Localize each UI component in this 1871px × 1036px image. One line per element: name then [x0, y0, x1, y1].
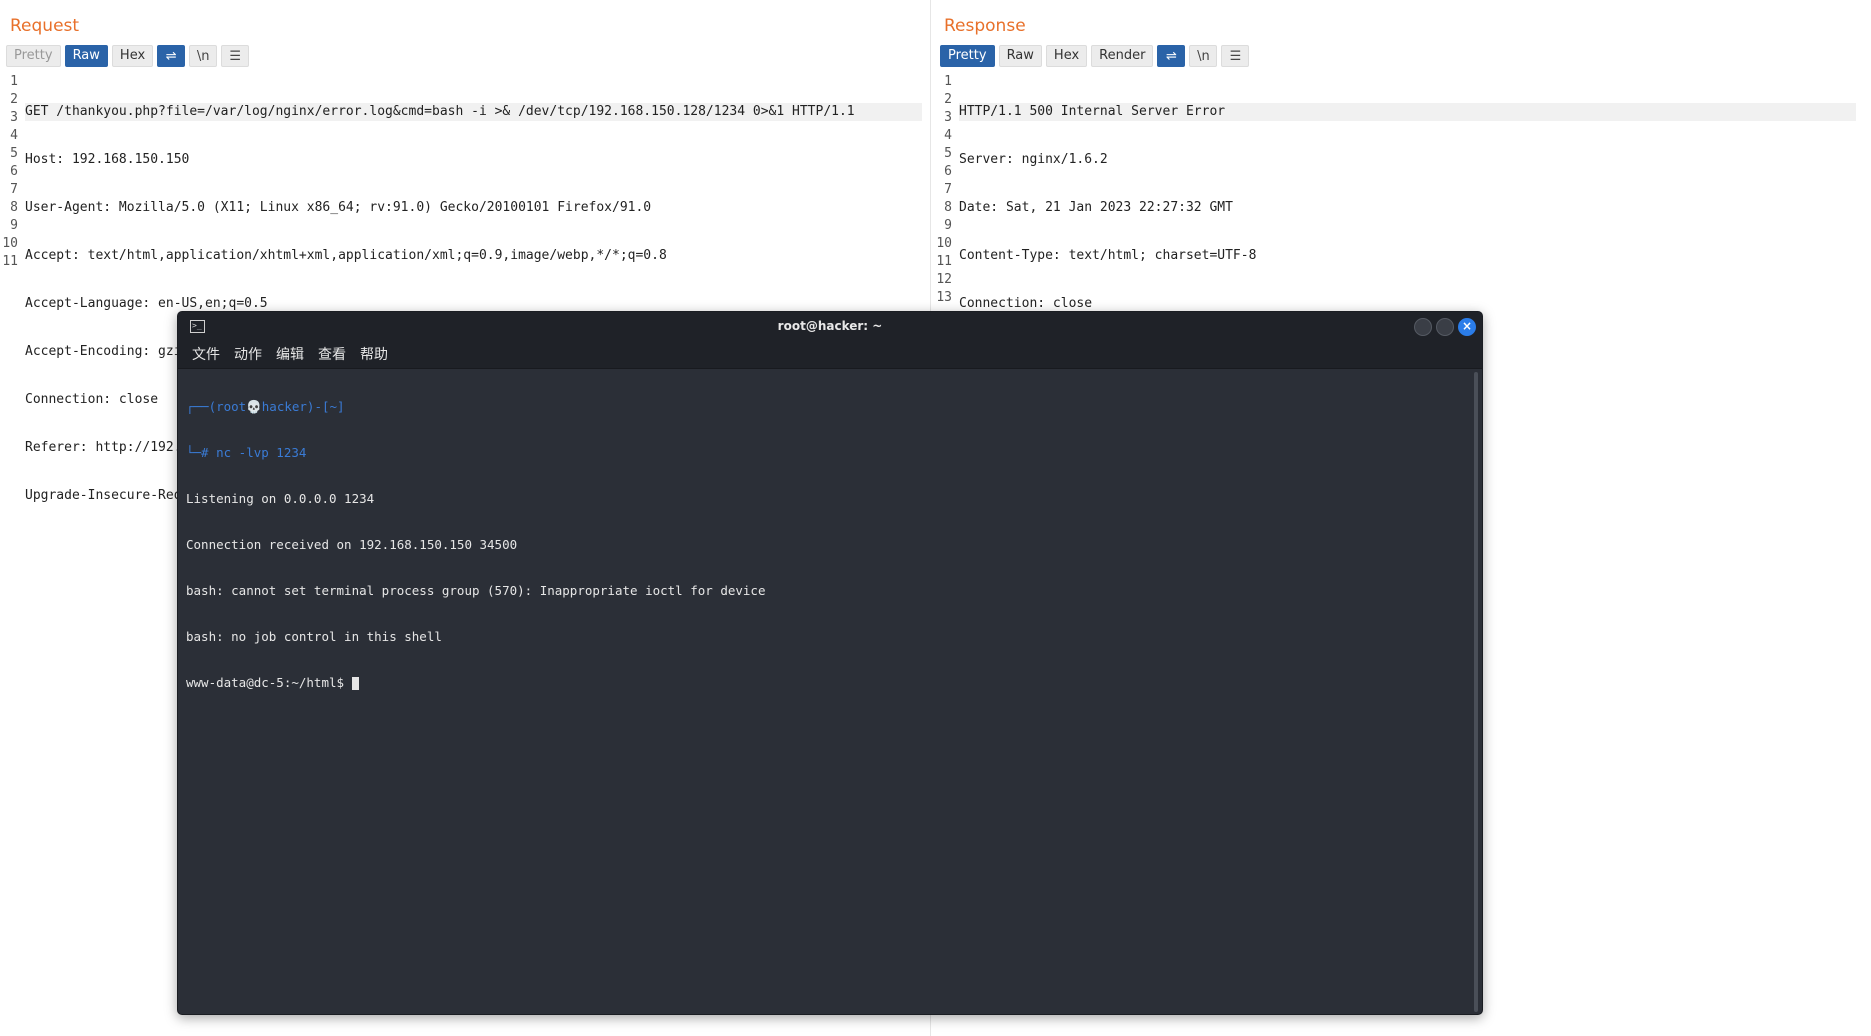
response-line: Date: Sat, 21 Jan 2023 22:27:32 GMT: [959, 200, 1233, 215]
request-line: User-Agent: Mozilla/5.0 (X11; Linux x86_…: [25, 200, 652, 215]
line-number: 10: [936, 236, 952, 251]
line-number: 6: [944, 164, 952, 179]
menu-icon[interactable]: ☰: [221, 45, 250, 67]
output-line: Listening on 0.0.0.0 1234: [186, 491, 375, 506]
line-number: 12: [936, 272, 952, 287]
line-number: 4: [10, 128, 18, 143]
menu-help[interactable]: 帮助: [360, 344, 388, 364]
line-number: 3: [944, 110, 952, 125]
request-toolbar: Pretty Raw Hex ⇌ \n ☰: [6, 45, 250, 67]
maximize-button[interactable]: [1436, 318, 1454, 336]
response-tab-hex[interactable]: Hex: [1045, 45, 1088, 67]
prompt-command: └─# nc -lvp 1234: [186, 445, 307, 460]
line-number: 7: [944, 182, 952, 197]
prompt-header: ┌──(root💀hacker)-[~]: [186, 399, 345, 414]
output-line: Connection received on 192.168.150.150 3…: [186, 537, 518, 552]
line-number: 1: [944, 74, 952, 89]
response-line: Server: nginx/1.6.2: [959, 152, 1108, 167]
text-cursor: [351, 677, 359, 690]
request-line-numbers: 1 2 3 4 5 6 7 8 9 10 11: [0, 73, 22, 271]
minimize-button[interactable]: [1414, 318, 1432, 336]
menu-actions[interactable]: 动作: [234, 344, 262, 364]
terminal-window[interactable]: >_ root@hacker: ~ × 文件 动作 编辑 查看 帮助 ┌──(r…: [177, 311, 1483, 1015]
line-number: 11: [2, 254, 18, 269]
output-line: bash: cannot set terminal process group …: [186, 583, 766, 598]
terminal-scrollbar[interactable]: [1474, 372, 1478, 1012]
response-tab-render[interactable]: Render: [1091, 45, 1154, 67]
line-number: 3: [10, 110, 18, 125]
line-number: 5: [944, 146, 952, 161]
line-number: 13: [936, 290, 952, 305]
line-number: 2: [10, 92, 18, 107]
response-line: HTTP/1.1 500 Internal Server Error: [959, 103, 1856, 121]
request-line: GET /thankyou.php?file=/var/log/nginx/er…: [25, 103, 922, 121]
response-toolbar: Pretty Raw Hex Render ⇌ \n ☰: [940, 45, 1250, 67]
line-number: 8: [944, 200, 952, 215]
response-title: Response: [944, 16, 1026, 36]
line-number: 1: [10, 74, 18, 89]
terminal-menubar: 文件 动作 编辑 查看 帮助: [178, 340, 1482, 369]
terminal-title: root@hacker: ~: [777, 319, 883, 333]
shell-prompt: www-data@dc-5:~/html$: [186, 675, 352, 690]
request-line: Accept: text/html,application/xhtml+xml,…: [25, 248, 667, 263]
line-number: 8: [10, 200, 18, 215]
line-number: 9: [10, 218, 18, 233]
wrap-lines-icon[interactable]: ⇌: [1157, 45, 1186, 67]
wrap-lines-icon[interactable]: ⇌: [157, 45, 186, 67]
response-tab-raw[interactable]: Raw: [998, 45, 1042, 67]
menu-edit[interactable]: 编辑: [276, 344, 304, 364]
shell-prompt-line: www-data@dc-5:~/html$: [186, 675, 1468, 691]
response-line-numbers: 1 2 3 4 5 6 7 8 9 10 11 12 13: [934, 73, 956, 307]
menu-file[interactable]: 文件: [192, 344, 220, 364]
menu-icon[interactable]: ☰: [1221, 45, 1250, 67]
line-number: 2: [944, 92, 952, 107]
request-line: Host: 192.168.150.150: [25, 152, 190, 167]
line-number: 4: [944, 128, 952, 143]
request-tab-raw[interactable]: Raw: [64, 45, 108, 67]
terminal-output[interactable]: ┌──(root💀hacker)-[~] └─# nc -lvp 1234 Li…: [186, 369, 1468, 1014]
close-button[interactable]: ×: [1458, 318, 1476, 336]
terminal-titlebar[interactable]: >_ root@hacker: ~ ×: [178, 312, 1482, 340]
line-number: 9: [944, 218, 952, 233]
request-title: Request: [10, 16, 80, 36]
output-line: bash: no job control in this shell: [186, 629, 442, 644]
request-tab-hex[interactable]: Hex: [111, 45, 154, 67]
request-tab-pretty[interactable]: Pretty: [6, 45, 61, 67]
line-number: 11: [936, 254, 952, 269]
response-tab-pretty[interactable]: Pretty: [940, 45, 995, 67]
line-number: 7: [10, 182, 18, 197]
newline-toggle-icon[interactable]: \n: [1189, 45, 1218, 67]
line-number: 10: [2, 236, 18, 251]
line-number: 6: [10, 164, 18, 179]
newline-toggle-icon[interactable]: \n: [189, 45, 218, 67]
line-number: 5: [10, 146, 18, 161]
response-line: Content-Type: text/html; charset=UTF-8: [959, 248, 1257, 263]
menu-view[interactable]: 查看: [318, 344, 346, 364]
